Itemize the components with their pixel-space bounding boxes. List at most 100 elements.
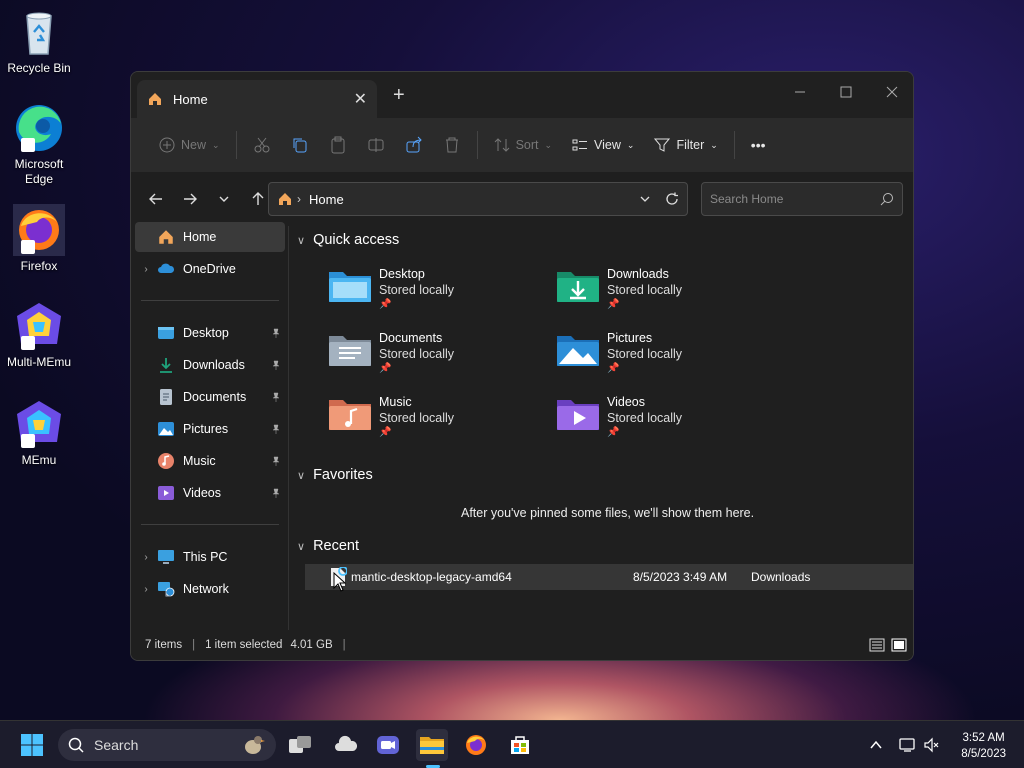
paste-button[interactable] bbox=[319, 128, 357, 162]
quick-access-music[interactable]: Music Stored locally 📌 bbox=[327, 394, 547, 450]
recent-header[interactable]: ∨ Recent bbox=[297, 538, 359, 554]
maximize-button[interactable] bbox=[823, 78, 869, 106]
desktop-icon-recycle-bin[interactable]: Recycle Bin bbox=[4, 6, 74, 76]
sidebar-item-downloads[interactable]: Downloads bbox=[135, 350, 285, 380]
task-view-button[interactable] bbox=[284, 729, 316, 761]
task-view-icon bbox=[289, 736, 311, 753]
folder-status: Stored locally bbox=[607, 283, 683, 297]
pin-icon[interactable] bbox=[271, 456, 285, 466]
expand-chevron-icon[interactable]: › bbox=[135, 552, 157, 563]
folder-name: Downloads bbox=[607, 267, 669, 281]
sidebar-item-onedrive[interactable]: › OneDrive bbox=[135, 254, 285, 284]
scissors-icon bbox=[254, 137, 270, 153]
search-box[interactable] bbox=[701, 182, 903, 216]
view-icon bbox=[572, 139, 588, 151]
address-bar[interactable]: › Home bbox=[268, 182, 688, 216]
system-clock[interactable]: 3:52 AM 8/5/2023 bbox=[961, 730, 1006, 762]
expand-chevron-icon[interactable]: › bbox=[135, 584, 157, 595]
details-view-icon[interactable] bbox=[869, 637, 885, 653]
sidebar-item-music[interactable]: Music bbox=[135, 446, 285, 476]
sidebar-item-label: OneDrive bbox=[183, 262, 236, 276]
address-dropdown-icon[interactable] bbox=[639, 193, 651, 205]
share-button[interactable] bbox=[395, 128, 433, 162]
tiles-view-icon[interactable] bbox=[891, 637, 907, 653]
store-taskbar-button[interactable] bbox=[504, 729, 536, 761]
recent-locations-button[interactable] bbox=[207, 182, 241, 216]
widgets-button[interactable] bbox=[330, 729, 362, 761]
forward-button[interactable] bbox=[173, 182, 207, 216]
delete-button[interactable] bbox=[433, 128, 471, 162]
desktop-icon-firefox[interactable]: Firefox bbox=[4, 204, 74, 274]
cut-button[interactable] bbox=[243, 128, 281, 162]
toolbar-divider bbox=[235, 131, 237, 159]
taskbar-search[interactable]: Search bbox=[58, 729, 276, 761]
expand-chevron-icon[interactable]: › bbox=[135, 264, 157, 275]
quick-access-header[interactable]: ∨ Quick access bbox=[297, 232, 399, 248]
refresh-icon[interactable] bbox=[665, 192, 679, 206]
pictures-folder-icon bbox=[555, 330, 601, 370]
close-window-button[interactable] bbox=[869, 78, 913, 106]
volume-button[interactable] bbox=[916, 729, 948, 761]
sidebar-item-pictures[interactable]: Pictures bbox=[135, 414, 285, 444]
quick-access-documents[interactable]: Documents Stored locally 📌 bbox=[327, 330, 547, 386]
more-options-button[interactable]: ••• bbox=[741, 128, 776, 162]
weather-icon bbox=[335, 735, 358, 751]
sidebar-item-label: Videos bbox=[183, 486, 221, 500]
quick-access-desktop[interactable]: Desktop Stored locally 📌 bbox=[327, 266, 547, 322]
pin-icon[interactable] bbox=[271, 392, 285, 402]
windows-logo-icon bbox=[21, 734, 43, 756]
folder-name: Music bbox=[379, 395, 412, 409]
rename-icon bbox=[368, 138, 384, 152]
file-explorer-taskbar-button[interactable] bbox=[416, 729, 448, 761]
home-icon bbox=[157, 228, 177, 246]
minimize-button[interactable] bbox=[777, 78, 823, 106]
pin-icon: 📌 bbox=[379, 299, 392, 310]
sort-button[interactable]: Sort ⌄ bbox=[484, 128, 562, 162]
folder-status: Stored locally bbox=[379, 283, 455, 297]
chat-button[interactable] bbox=[372, 729, 404, 761]
sort-label: Sort bbox=[515, 138, 539, 152]
sidebar-item-label: Home bbox=[183, 230, 217, 244]
pin-icon[interactable] bbox=[271, 360, 285, 370]
sidebar-divider bbox=[141, 524, 279, 525]
favorites-header[interactable]: ∨ Favorites bbox=[297, 467, 373, 483]
desktop-icon-label: Firefox bbox=[20, 259, 58, 273]
sidebar-item-videos[interactable]: Videos bbox=[135, 478, 285, 508]
quick-access-videos[interactable]: Videos Stored locally 📌 bbox=[555, 394, 775, 450]
arrow-up-icon bbox=[252, 192, 264, 205]
desktop-icon-memu[interactable]: MEmu bbox=[4, 398, 74, 468]
clipboard-icon bbox=[331, 136, 345, 154]
mouse-cursor-icon bbox=[333, 572, 347, 592]
sidebar-item-label: Desktop bbox=[183, 326, 229, 340]
rename-button[interactable] bbox=[357, 128, 395, 162]
table-row[interactable]: mantic-desktop-legacy-amd64 8/5/2023 3:4… bbox=[305, 564, 913, 590]
section-title: Recent bbox=[313, 538, 360, 554]
pin-icon: 📌 bbox=[607, 299, 620, 310]
view-button[interactable]: View ⌄ bbox=[562, 128, 644, 162]
breadcrumb-home[interactable]: Home bbox=[309, 192, 639, 207]
tab-home[interactable]: Home ✕ bbox=[137, 80, 377, 118]
sidebar-item-desktop[interactable]: Desktop bbox=[135, 318, 285, 348]
new-tab-button[interactable]: + bbox=[393, 84, 405, 107]
desktop-icon-multi-memu[interactable]: Multi-MEmu bbox=[4, 300, 74, 370]
sidebar-item-this-pc[interactable]: › This PC bbox=[135, 542, 285, 572]
filter-icon bbox=[654, 138, 671, 152]
filter-button[interactable]: Filter ⌄ bbox=[644, 128, 727, 162]
start-button[interactable] bbox=[16, 729, 48, 761]
sidebar-item-documents[interactable]: Documents bbox=[135, 382, 285, 412]
quick-access-pictures[interactable]: Pictures Stored locally 📌 bbox=[555, 330, 775, 386]
show-hidden-icons-button[interactable] bbox=[860, 729, 892, 761]
back-button[interactable] bbox=[139, 182, 173, 216]
sidebar-item-home[interactable]: Home bbox=[135, 222, 285, 252]
search-input[interactable] bbox=[710, 192, 880, 206]
copy-button[interactable] bbox=[281, 128, 319, 162]
desktop-icon-edge[interactable]: Microsoft Edge bbox=[4, 102, 74, 187]
pin-icon[interactable] bbox=[271, 328, 285, 338]
pin-icon[interactable] bbox=[271, 488, 285, 498]
quick-access-downloads[interactable]: Downloads Stored locally 📌 bbox=[555, 266, 775, 322]
new-button[interactable]: New ⌄ bbox=[149, 128, 230, 162]
firefox-taskbar-button[interactable] bbox=[460, 729, 492, 761]
sidebar-item-network[interactable]: › Network bbox=[135, 574, 285, 604]
tab-close-icon[interactable]: ✕ bbox=[354, 89, 367, 109]
pin-icon[interactable] bbox=[271, 424, 285, 434]
